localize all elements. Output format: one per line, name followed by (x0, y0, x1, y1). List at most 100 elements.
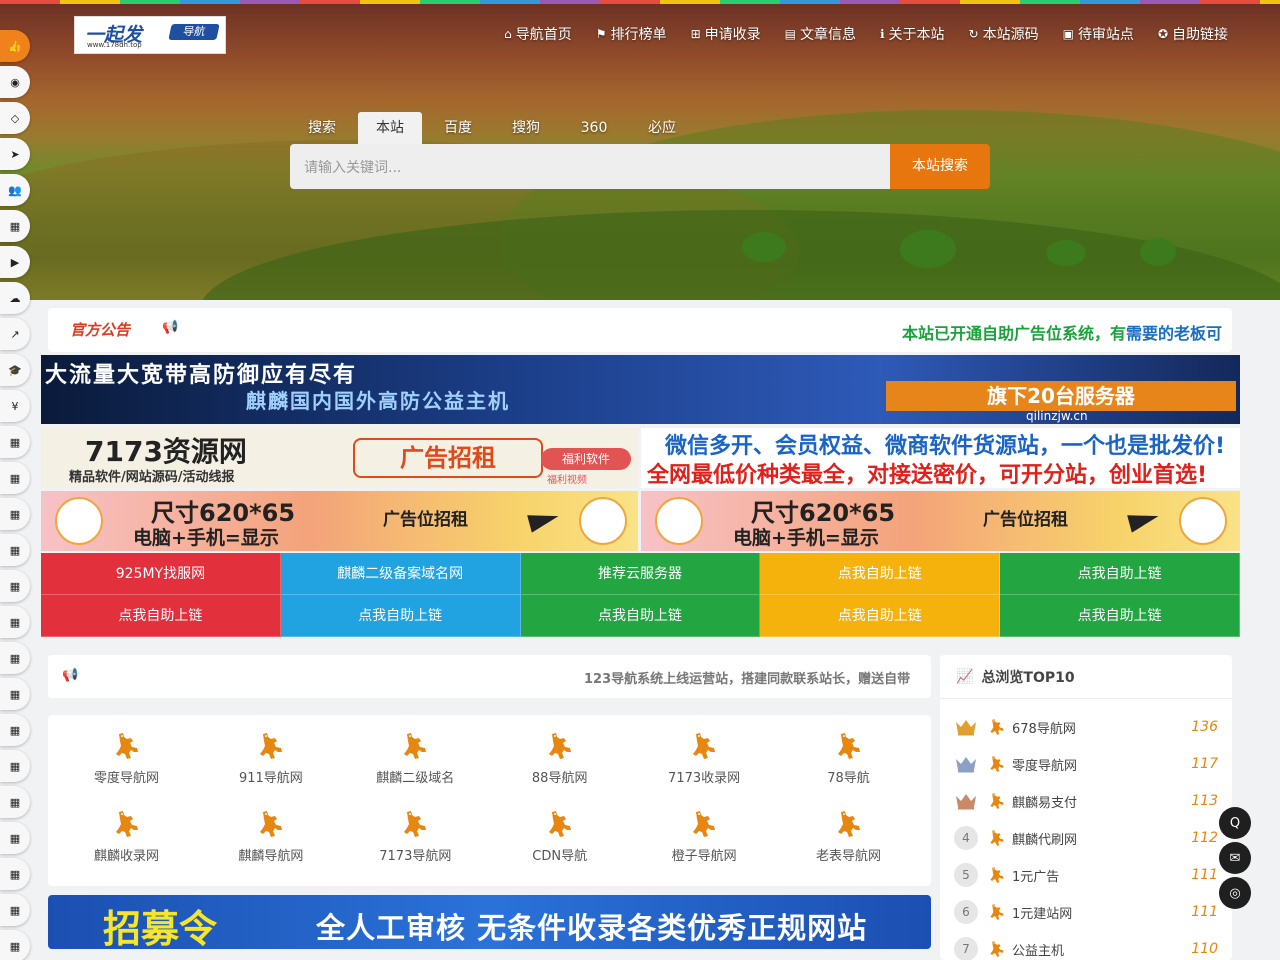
cubes-icon[interactable]: ▦ (0, 714, 30, 746)
res7173-banner[interactable]: 7173资源网 精品软件/网站源码/活动线报 广告招租 福利软件 福利视频 (41, 428, 638, 488)
tab-sogou[interactable]: 搜狗 (494, 112, 558, 144)
cubes-icon[interactable]: ▦ (0, 894, 30, 926)
cubes-icon[interactable]: ▦ (0, 534, 30, 566)
rank-badge: 4 (954, 826, 978, 850)
nav-about[interactable]: ℹ 关于本站 (880, 24, 945, 44)
site-link[interactable]: 麒麟二级域名 (343, 731, 488, 786)
cubes-icon[interactable]: ▦ (0, 498, 30, 530)
cubes-icon[interactable]: ▦ (0, 858, 30, 890)
link-grid-item[interactable]: 麒麟二级备案域名网 (280, 553, 521, 595)
cubes-icon[interactable]: ▦ (0, 786, 30, 818)
ad-space-banner[interactable]: 尺寸620*65 电脑+手机=显示 广告位招租 (41, 491, 638, 551)
thumbs-up-icon[interactable]: 👍 (0, 30, 30, 62)
wechat-icon[interactable]: ◎ (1219, 877, 1251, 909)
top10-row[interactable]: 678导航网 136 (954, 712, 1224, 742)
qilin-host-banner[interactable]: 大流量大宽带高防御应有尽有 麒麟国内国外高防公益主机 旗下20台服务器 qili… (41, 355, 1240, 424)
nav-articles[interactable]: ▤ 文章信息 (785, 24, 856, 44)
lizard-icon (988, 792, 1006, 810)
tree-shape (1046, 240, 1086, 266)
tab-search[interactable]: 搜索 (290, 112, 354, 144)
link-grid-item[interactable]: 点我自助上链 (1000, 553, 1240, 595)
paper-plane-icon[interactable]: ➤ (0, 138, 30, 170)
link-grid-item[interactable]: 925MY找服网 (41, 553, 281, 595)
site-link[interactable]: 橙子导航网 (632, 809, 777, 864)
envelope-icon[interactable]: ✉ (1219, 842, 1251, 874)
cubes-icon[interactable]: ▦ (0, 930, 30, 960)
top10-row[interactable]: 麒麟易支付 113 (954, 786, 1224, 816)
site-label: 7173导航网 (379, 849, 452, 864)
site-label: 麒麟导航网 (238, 849, 304, 864)
youtube-icon[interactable]: ▶ (0, 246, 30, 278)
site-link[interactable]: 88导航网 (487, 731, 632, 786)
top10-row[interactable]: 零度导航网 117 (954, 749, 1224, 779)
site-link[interactable]: 7173导航网 (343, 809, 488, 864)
nav-ranking[interactable]: ⚑ 排行榜单 (596, 24, 667, 44)
site-link[interactable]: 麒麟导航网 (198, 809, 343, 864)
top10-row[interactable]: 4 麒麟代刷网 112 (954, 823, 1224, 853)
tab-bing[interactable]: 必应 (630, 112, 694, 144)
site-logo[interactable]: 一起发 导航 www.178dh.top (74, 16, 226, 54)
recruit-banner[interactable]: 招募令 全人工审核 无条件收录各类优秀正规网站 (48, 895, 931, 949)
rank-badge: 5 (954, 863, 978, 887)
refresh-icon: ↻ (968, 27, 979, 41)
graduation-cap-icon[interactable]: 🎓 (0, 354, 30, 386)
top10-row[interactable]: 7 公益主机 110 (954, 934, 1224, 960)
link-grid-item[interactable]: 点我自助上链 (760, 595, 1001, 637)
nav-home[interactable]: ⌂ 导航首页 (504, 24, 572, 44)
cubes-icon[interactable]: ▦ (0, 678, 30, 710)
wechat-banner[interactable]: 微信多开、会员权益、微商软件货源站，一个也是批发价! 全网最低价种类最全，对接送… (641, 428, 1240, 488)
nav-pending[interactable]: ▣ 待审站点 (1063, 24, 1134, 44)
ad-space-banner[interactable]: 尺寸620*65 电脑+手机=显示 广告位招租 (641, 491, 1240, 551)
cubes-icon[interactable]: ▦ (0, 750, 30, 782)
top10-row[interactable]: 5 1元广告 111 (954, 860, 1224, 890)
link-grid-item[interactable]: 点我自助上链 (1000, 595, 1240, 637)
nav-selflink[interactable]: ✪ 自助链接 (1158, 24, 1228, 44)
cat-cartoon-icon (1179, 497, 1227, 545)
diamond-icon[interactable]: ◇ (0, 102, 30, 134)
cubes-icon[interactable]: ▦ (0, 822, 30, 854)
yen-icon[interactable]: ¥ (0, 390, 30, 422)
th-large-icon[interactable]: ▦ (0, 426, 30, 458)
site-label: CDN导航 (532, 849, 588, 864)
tab-site[interactable]: 本站 (358, 112, 422, 144)
top10-row[interactable]: 6 1元建站网 111 (954, 897, 1224, 927)
eye-icon[interactable]: ◉ (0, 66, 30, 98)
qq-icon[interactable]: Q (1219, 807, 1251, 839)
link-grid-item[interactable]: 点我自助上链 (280, 595, 521, 637)
site-link[interactable]: 911导航网 (198, 731, 343, 786)
paper-plane-icon (527, 507, 561, 533)
cubes-icon[interactable]: ▦ (0, 570, 30, 602)
link-grid-item[interactable]: 点我自助上链 (760, 553, 1001, 595)
search-input[interactable]: 请输入关键词... (290, 144, 890, 189)
line-chart-icon[interactable]: ↗ (0, 318, 30, 350)
site-link[interactable]: 7173收录网 (632, 731, 777, 786)
lizard-icon (257, 731, 285, 761)
cubes-icon[interactable]: ▦ (0, 210, 30, 242)
announcement-message: 本站已开通自助广告位系统，有需要的老板可 (902, 320, 1222, 344)
site-label: 911导航网 (238, 771, 303, 786)
site-link[interactable]: 麒麟收录网 (54, 809, 199, 864)
tab-baidu[interactable]: 百度 (426, 112, 490, 144)
paper-plane-icon (1127, 507, 1161, 533)
site-link[interactable]: 零度导航网 (54, 731, 199, 786)
bullhorn-icon: 📢 (62, 668, 79, 683)
cloud-icon[interactable]: ☁ (0, 282, 30, 314)
site-link[interactable]: 78导航 (776, 731, 921, 786)
site-link[interactable]: CDN导航 (487, 809, 632, 864)
link-grid-item[interactable]: 点我自助上链 (41, 595, 281, 637)
site-label: 88导航网 (531, 771, 588, 786)
nav-apply[interactable]: ⊞ 申请收录 (691, 24, 761, 44)
nav-source[interactable]: ↻ 本站源码 (969, 24, 1039, 44)
cubes-icon[interactable]: ▦ (0, 642, 30, 674)
cubes-icon[interactable]: ▦ (0, 462, 30, 494)
tree-shape (742, 232, 786, 262)
banner-badge: 旗下20台服务器 (886, 381, 1236, 411)
site-link[interactable]: 老表导航网 (776, 809, 921, 864)
users-icon[interactable]: 👥 (0, 174, 30, 206)
banner-title: 7173资源网 (85, 435, 247, 468)
link-grid-item[interactable]: 推荐云服务器 (520, 553, 761, 595)
search-button[interactable]: 本站搜索 (890, 144, 990, 189)
link-grid-item[interactable]: 点我自助上链 (520, 595, 761, 637)
cubes-icon[interactable]: ▦ (0, 606, 30, 638)
tab-360[interactable]: 360 (562, 112, 626, 144)
